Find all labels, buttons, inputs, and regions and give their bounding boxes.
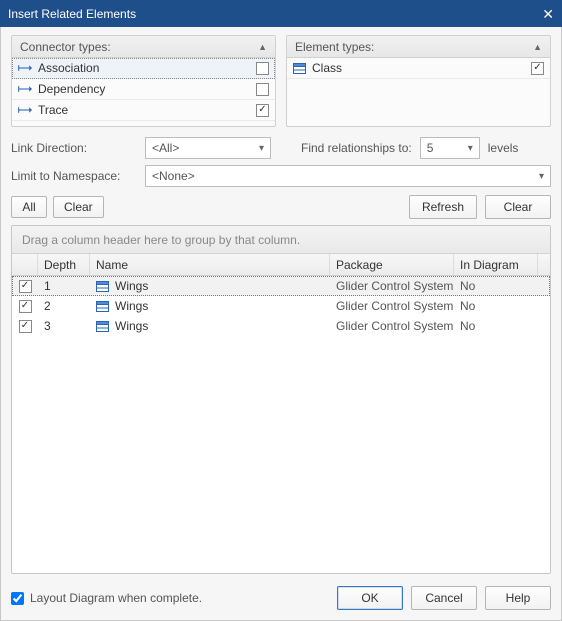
table-row[interactable]: 3WingsGlider Control SystemNo — [12, 316, 550, 336]
clear-selection-button[interactable]: Clear — [53, 196, 104, 218]
top-panels: Connector types: ▲ Association Dependency… — [11, 35, 551, 127]
element-type-checkbox[interactable] — [531, 62, 544, 75]
connector-type-item[interactable]: Trace — [12, 100, 275, 121]
cell-in-diagram: No — [454, 299, 550, 313]
row-link-direction: Link Direction: <All> ▾ Find relationshi… — [11, 137, 551, 159]
sort-caret-icon: ▲ — [533, 42, 542, 52]
find-relationships-label: Find relationships to: — [301, 141, 412, 155]
results-grid: Drag a column header here to group by th… — [11, 225, 551, 574]
col-depth[interactable]: Depth — [38, 254, 90, 275]
element-types-panel: Element types: ▲ Class — [286, 35, 551, 127]
cell-package: Glider Control System — [330, 299, 454, 313]
connector-type-checkbox[interactable] — [256, 83, 269, 96]
group-by-bar[interactable]: Drag a column header here to group by th… — [12, 226, 550, 254]
chevron-down-icon: ▾ — [259, 143, 264, 154]
connector-type-item[interactable]: Association — [12, 58, 275, 79]
cancel-button[interactable]: Cancel — [411, 586, 477, 610]
arrow-icon — [18, 63, 32, 73]
row-namespace: Limit to Namespace: <None> ▾ — [11, 165, 551, 187]
col-name[interactable]: Name — [90, 254, 330, 275]
element-types-list: Class — [287, 58, 550, 126]
cell-in-diagram: No — [454, 319, 550, 333]
cell-depth: 1 — [38, 279, 90, 293]
connector-types-title: Connector types: — [20, 40, 111, 54]
column-headers: Depth Name Package In Diagram — [12, 254, 550, 276]
limit-namespace-label: Limit to Namespace: — [11, 169, 137, 183]
window-title: Insert Related Elements — [8, 7, 136, 21]
col-check[interactable] — [12, 254, 38, 275]
link-direction-combo[interactable]: <All> ▾ — [145, 137, 271, 159]
col-tail — [538, 254, 550, 275]
dialog-body: Connector types: ▲ Association Dependency… — [0, 27, 562, 621]
cell-package: Glider Control System — [330, 319, 454, 333]
row-checkbox[interactable] — [19, 300, 32, 313]
levels-value: 5 — [427, 141, 434, 155]
group-by-hint: Drag a column header here to group by th… — [22, 233, 300, 247]
close-icon[interactable]: ✕ — [542, 7, 554, 21]
cell-name: Wings — [90, 299, 330, 313]
select-all-button[interactable]: All — [11, 196, 47, 218]
cell-in-diagram: No — [454, 279, 550, 293]
class-icon — [96, 281, 109, 292]
layout-diagram-checkbox[interactable] — [11, 592, 24, 605]
grid-rows: 1WingsGlider Control SystemNo2WingsGlide… — [12, 276, 550, 573]
element-type-label: Class — [312, 61, 342, 75]
cell-depth: 2 — [38, 299, 90, 313]
table-row[interactable]: 2WingsGlider Control SystemNo — [12, 296, 550, 316]
help-button[interactable]: Help — [485, 586, 551, 610]
layout-diagram-label[interactable]: Layout Diagram when complete. — [30, 591, 202, 605]
connector-type-checkbox[interactable] — [256, 104, 269, 117]
connector-type-label: Association — [38, 61, 99, 75]
chevron-down-icon: ▾ — [539, 171, 544, 182]
cell-name: Wings — [90, 279, 330, 293]
namespace-value: <None> — [152, 169, 195, 183]
row-checkbox[interactable] — [19, 280, 32, 293]
link-direction-label: Link Direction: — [11, 141, 137, 155]
dialog-footer: Layout Diagram when complete. OK Cancel … — [11, 580, 551, 610]
options-form: Link Direction: <All> ▾ Find relationshi… — [11, 133, 551, 187]
element-type-item[interactable]: Class — [287, 58, 550, 79]
selection-toolbar: All Clear Refresh Clear — [11, 195, 551, 219]
ok-button[interactable]: OK — [337, 586, 403, 610]
table-row[interactable]: 1WingsGlider Control SystemNo — [12, 276, 550, 296]
col-package[interactable]: Package — [330, 254, 454, 275]
row-checkbox[interactable] — [19, 320, 32, 333]
chevron-down-icon: ▾ — [468, 143, 473, 154]
sort-caret-icon: ▲ — [258, 42, 267, 52]
connector-types-list: Association Dependency Trace — [12, 58, 275, 126]
connector-type-checkbox[interactable] — [256, 62, 269, 75]
connector-types-panel: Connector types: ▲ Association Dependency… — [11, 35, 276, 127]
namespace-combo[interactable]: <None> ▾ — [145, 165, 551, 187]
levels-combo[interactable]: 5 ▾ — [420, 137, 480, 159]
arrow-icon — [18, 105, 32, 115]
cell-depth: 3 — [38, 319, 90, 333]
connector-types-header[interactable]: Connector types: ▲ — [12, 36, 275, 58]
cell-package: Glider Control System — [330, 279, 454, 293]
refresh-button[interactable]: Refresh — [409, 195, 477, 219]
class-icon — [293, 63, 306, 74]
cell-name: Wings — [90, 319, 330, 333]
class-icon — [96, 321, 109, 332]
col-in-diagram[interactable]: In Diagram — [454, 254, 538, 275]
class-icon — [96, 301, 109, 312]
arrow-icon — [18, 84, 32, 94]
element-types-header[interactable]: Element types: ▲ — [287, 36, 550, 58]
connector-type-item[interactable]: Dependency — [12, 79, 275, 100]
title-bar: Insert Related Elements ✕ — [0, 0, 562, 27]
clear-results-button[interactable]: Clear — [485, 195, 551, 219]
connector-type-label: Trace — [38, 103, 68, 117]
link-direction-value: <All> — [152, 141, 179, 155]
levels-label: levels — [488, 141, 519, 155]
element-types-title: Element types: — [295, 40, 374, 54]
connector-type-label: Dependency — [38, 82, 105, 96]
